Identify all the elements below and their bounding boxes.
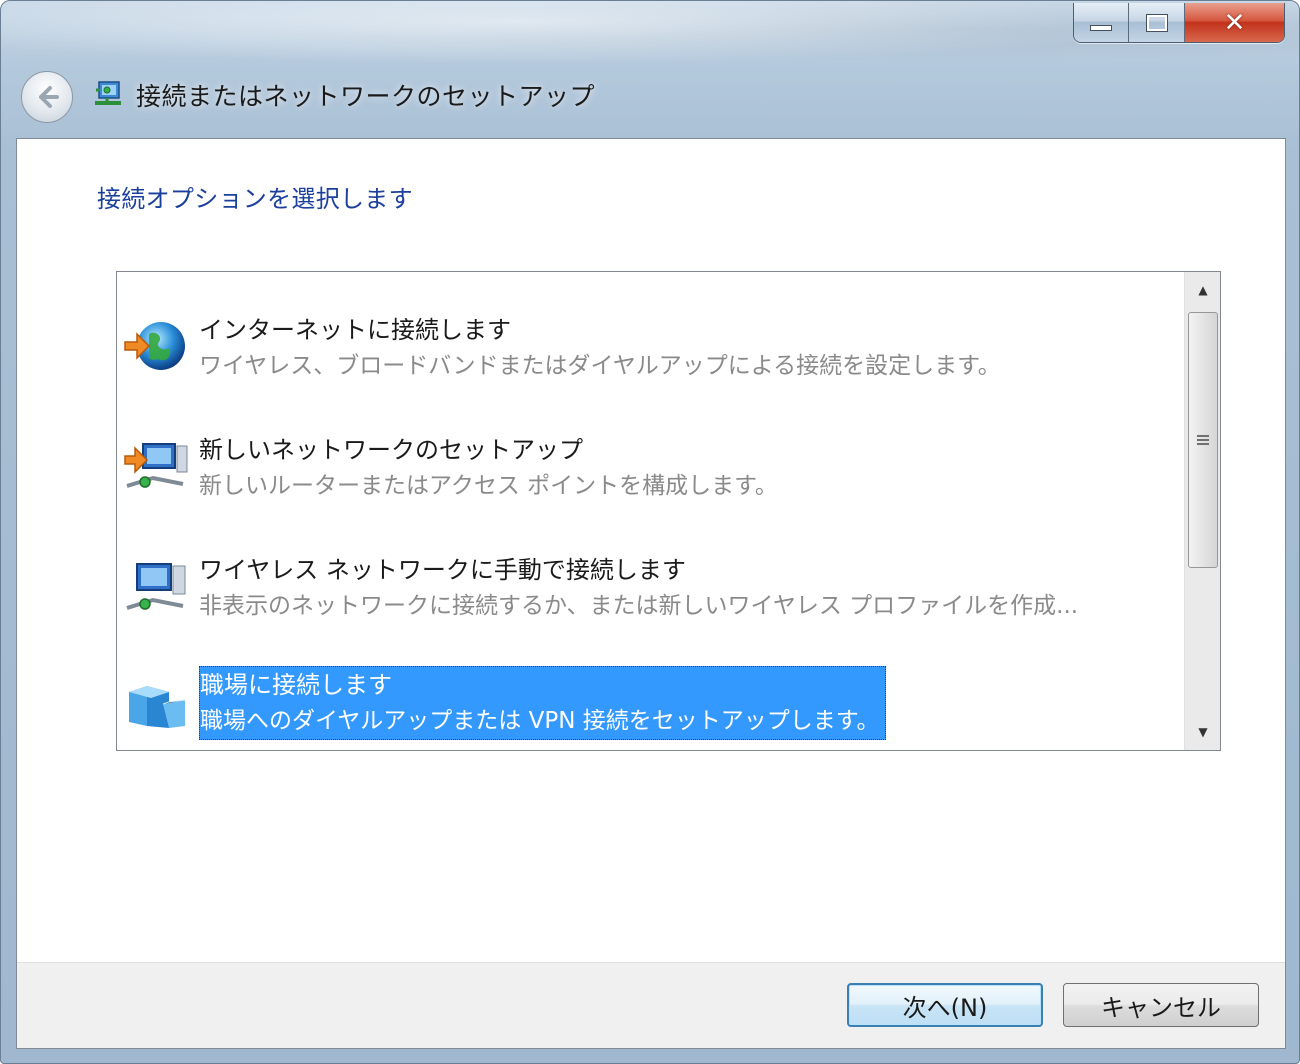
- workplace-icon: [129, 686, 186, 728]
- minimize-button[interactable]: [1074, 3, 1130, 42]
- next-button[interactable]: 次へ(N): [847, 983, 1043, 1027]
- option-connect-workplace[interactable]: 職場に接続します 職場へのダイヤルアップまたは VPN 接続をセットアップします…: [117, 646, 1179, 750]
- option-title: インターネットに接続します: [199, 316, 511, 344]
- option-description: 職場へのダイヤルアップまたは VPN 接続をセットアップします。: [200, 708, 880, 734]
- dialog-window: ✕ 接続またはネットワークのセットアップ 接続オプションを選択します インターネ…: [0, 0, 1300, 1064]
- option-description: ワイヤレス、ブロードバンドまたはダイヤルアップによる接続を設定します。: [199, 353, 1001, 379]
- option-description: 非表示のネットワークに接続するか、または新しいワイヤレス プロファイルを作成..…: [199, 593, 1079, 619]
- scroll-down-button[interactable]: ▼: [1185, 714, 1220, 750]
- option-manual-wireless[interactable]: ワイヤレス ネットワークに手動で接続します 非表示のネットワークに接続するか、ま…: [117, 532, 1179, 642]
- network-setup-icon: [124, 443, 188, 488]
- option-new-network[interactable]: 新しいネットワークのセットアップ 新しいルーターまたはアクセス ポイントを構成し…: [117, 412, 1179, 522]
- option-text: 新しいネットワークのセットアップ 新しいルーターまたはアクセス ポイントを構成し…: [199, 432, 778, 504]
- network-setup-title-icon: [95, 81, 121, 105]
- window-title: 接続またはネットワークのセットアップ: [136, 82, 596, 111]
- option-connect-internet[interactable]: インターネットに接続します ワイヤレス、ブロードバンドまたはダイヤルアップによる…: [117, 292, 1179, 402]
- close-icon: ✕: [1223, 7, 1246, 38]
- option-list[interactable]: インターネットに接続します ワイヤレス、ブロードバンドまたはダイヤルアップによる…: [116, 271, 1221, 751]
- back-button[interactable]: [21, 71, 73, 123]
- back-arrow-icon: [39, 86, 59, 108]
- cancel-button[interactable]: キャンセル: [1063, 983, 1259, 1027]
- scroll-down-arrow-icon: ▼: [1198, 725, 1208, 739]
- close-button[interactable]: ✕: [1184, 3, 1284, 42]
- scroll-up-button[interactable]: ▲: [1185, 272, 1220, 308]
- maximize-button[interactable]: [1129, 3, 1185, 42]
- dialog-footer: 次へ(N) キャンセル: [17, 962, 1285, 1048]
- globe-connect-icon: [124, 322, 185, 370]
- option-text: インターネットに接続します ワイヤレス、ブロードバンドまたはダイヤルアップによる…: [199, 312, 1001, 384]
- vertical-scrollbar[interactable]: ▲ ▼: [1184, 272, 1220, 750]
- scroll-up-arrow-icon: ▲: [1198, 283, 1208, 297]
- option-title: ワイヤレス ネットワークに手動で接続します: [199, 556, 686, 584]
- option-title: 職場に接続します: [200, 671, 392, 699]
- maximize-icon: [1145, 13, 1168, 32]
- caption-buttons: ✕: [1073, 3, 1285, 43]
- minimize-icon: [1090, 24, 1113, 31]
- client-area: 接続オプションを選択します インターネットに接続します ワイヤレス、ブロードバン…: [16, 138, 1286, 1049]
- option-title: 新しいネットワークのセットアップ: [199, 436, 583, 464]
- grip-icon: [1197, 435, 1209, 445]
- scroll-thumb[interactable]: [1188, 312, 1218, 568]
- option-text: ワイヤレス ネットワークに手動で接続します 非表示のネットワークに接続するか、ま…: [199, 552, 1078, 624]
- option-text: 職場に接続します 職場へのダイヤルアップまたは VPN 接続をセットアップします…: [199, 666, 887, 740]
- instruction-heading: 接続オプションを選択します: [97, 185, 413, 213]
- option-description: 新しいルーターまたはアクセス ポイントを構成します。: [199, 473, 778, 499]
- wireless-network-icon: [126, 563, 186, 610]
